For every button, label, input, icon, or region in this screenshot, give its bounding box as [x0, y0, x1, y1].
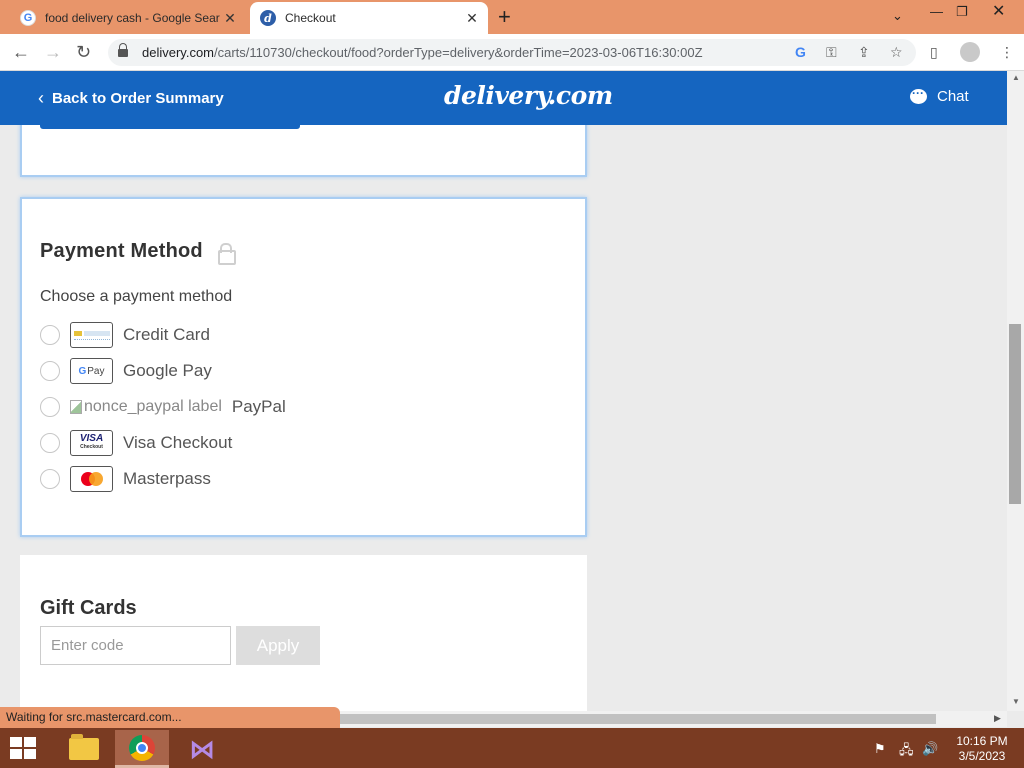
reload-icon[interactable]: ↻	[76, 42, 91, 63]
tab-search-icon[interactable]: ⌄	[892, 8, 903, 24]
restore-icon[interactable]: ❐	[956, 4, 968, 20]
tab-title: food delivery cash - Google Sear	[45, 11, 220, 25]
scroll-up-icon[interactable]: ▲	[1012, 73, 1020, 82]
window-close-icon[interactable]: ✕	[992, 1, 1005, 21]
checkout-content: Payment Method Choose a payment method C…	[0, 125, 1007, 711]
credit-card-icon	[70, 322, 113, 348]
back-to-order-summary-link[interactable]: ‹ Back to Order Summary	[38, 88, 224, 109]
close-icon[interactable]: ✕	[222, 10, 238, 27]
visual-studio-taskbar-button[interactable]: ⋈	[175, 730, 229, 768]
url-text[interactable]: delivery.com/carts/110730/checkout/food?…	[142, 45, 703, 60]
payment-option-visa-checkout[interactable]: VISA Checkout Visa Checkout	[40, 430, 232, 456]
payment-option-label: Visa Checkout	[123, 433, 233, 452]
chat-bubble-icon	[910, 86, 927, 104]
payment-method-subtitle: Choose a payment method	[40, 288, 233, 305]
google-lens-icon[interactable]: G	[795, 44, 806, 60]
scrollbar-thumb[interactable]	[1009, 324, 1021, 504]
visa-icon: VISA Checkout	[70, 430, 113, 456]
mastercard-icon	[70, 466, 113, 492]
gift-card-code-input[interactable]	[40, 626, 231, 665]
apply-button[interactable]: Apply	[236, 626, 320, 665]
new-tab-button[interactable]: +	[498, 6, 511, 28]
scroll-down-icon[interactable]: ▼	[1012, 697, 1020, 706]
action-center-flag-icon[interactable]: ⚑	[874, 741, 886, 757]
gift-cards-card: Gift Cards Apply	[20, 555, 587, 711]
share-icon[interactable]: ⇪	[858, 44, 870, 61]
payment-method-card: Payment Method Choose a payment method C…	[20, 197, 587, 537]
lock-icon	[218, 243, 236, 265]
lock-icon[interactable]	[118, 43, 128, 58]
visual-studio-icon: ⋈	[189, 733, 215, 764]
tab-title: Checkout	[285, 11, 336, 25]
windows-start-icon[interactable]	[10, 737, 38, 761]
back-arrow-icon[interactable]: ←	[12, 42, 30, 63]
radio-button[interactable]	[40, 397, 60, 417]
clock-date: 3/5/2023	[958, 749, 1006, 763]
chrome-icon	[129, 734, 155, 761]
radio-button[interactable]	[40, 361, 60, 381]
payment-option-credit-card[interactable]: Credit Card	[40, 322, 210, 348]
address-toolbar: ← → ↻ delivery.com/carts/110730/checkout…	[0, 34, 1024, 71]
broken-image-icon: nonce_paypal label	[70, 398, 222, 416]
windows-taskbar: ⋈ ⚑ 🖧 🔊 10:16 PM 3/5/2023	[0, 728, 1024, 768]
payment-option-label: Masterpass	[123, 469, 211, 488]
loading-status-text: Waiting for src.mastercard.com...	[0, 707, 340, 728]
previous-section-card	[20, 125, 587, 177]
clock-time: 10:16 PM	[956, 734, 1008, 748]
radio-button[interactable]	[40, 325, 60, 345]
file-explorer-taskbar-button[interactable]	[57, 730, 111, 768]
bookmark-star-icon[interactable]: ☆	[890, 44, 903, 61]
radio-button[interactable]	[40, 433, 60, 453]
key-icon[interactable]: ⚿	[826, 44, 837, 61]
google-pay-icon: G Pay	[70, 358, 113, 384]
previous-section-button[interactable]	[40, 125, 300, 129]
chevron-left-icon: ‹	[38, 88, 44, 108]
chat-label: Chat	[937, 88, 969, 105]
tab-checkout[interactable]: d Checkout ✕	[250, 2, 488, 34]
close-icon[interactable]: ✕	[464, 10, 480, 27]
minimize-icon[interactable]: —	[930, 4, 943, 19]
payment-option-label: Credit Card	[123, 325, 210, 344]
profile-avatar-icon[interactable]	[960, 42, 980, 62]
forward-arrow-icon[interactable]: →	[44, 42, 62, 63]
browser-tab-bar: G food delivery cash - Google Sear ✕ d C…	[0, 0, 1024, 34]
back-link-label: Back to Order Summary	[52, 90, 224, 107]
volume-icon[interactable]: 🔊	[922, 741, 938, 757]
chrome-taskbar-button[interactable]	[115, 730, 169, 768]
chat-button[interactable]: Chat	[910, 86, 969, 105]
delivery-logo[interactable]: delivery.com	[444, 81, 613, 110]
payment-option-masterpass[interactable]: Masterpass	[40, 466, 211, 492]
payment-option-label: PayPal	[231, 397, 286, 416]
gift-cards-title: Gift Cards	[40, 597, 137, 619]
system-clock[interactable]: 10:16 PM 3/5/2023	[950, 734, 1014, 764]
network-icon[interactable]: 🖧	[899, 741, 914, 763]
payment-option-paypal[interactable]: nonce_paypal label PayPal	[40, 394, 286, 420]
site-header: ‹ Back to Order Summary delivery.com Cha…	[0, 71, 1007, 125]
delivery-icon: d	[260, 10, 276, 26]
google-icon: G	[20, 10, 36, 26]
tab-google-search[interactable]: G food delivery cash - Google Sear ✕	[10, 2, 246, 34]
side-panel-icon[interactable]: ▯	[930, 44, 938, 61]
payment-option-label: Google Pay	[123, 361, 212, 380]
kebab-menu-icon[interactable]: ⋮	[1000, 44, 1014, 61]
scroll-right-icon[interactable]: ▶	[994, 713, 1001, 724]
vertical-scrollbar[interactable]: ▲ ▼	[1007, 71, 1024, 711]
payment-option-google-pay[interactable]: G Pay Google Pay	[40, 358, 212, 384]
payment-method-title: Payment Method	[40, 240, 203, 262]
folder-icon	[69, 734, 99, 760]
radio-button[interactable]	[40, 469, 60, 489]
